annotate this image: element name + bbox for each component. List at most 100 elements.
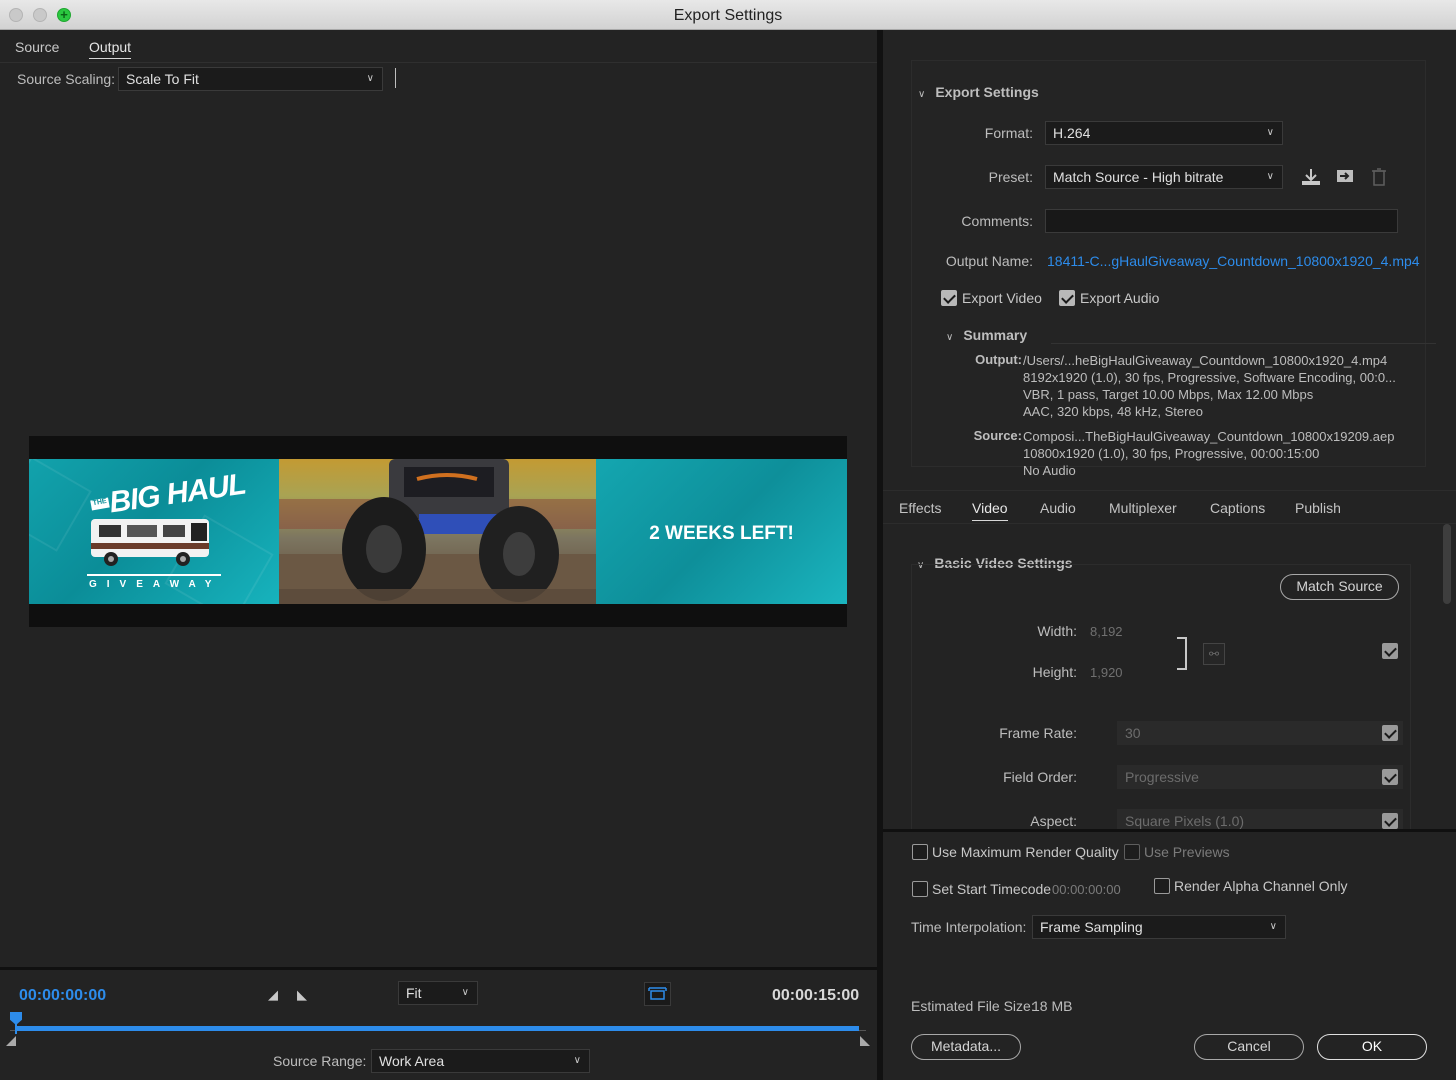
logo-the: THE [90, 497, 110, 511]
tab-video[interactable]: Video [972, 500, 1008, 521]
time-interpolation-dropdown[interactable]: Frame Sampling ∨ [1032, 915, 1286, 939]
save-preset-icon[interactable] [1300, 167, 1322, 187]
right-panel: ∨ Export Settings Format: H.264 ∨ Preset:… [883, 30, 1456, 1080]
summary-source-line: Composi...TheBigHaulGiveaway_Countdown_1… [1023, 429, 1395, 444]
tab-output[interactable]: Output [89, 39, 132, 59]
metadata-button[interactable]: Metadata... [911, 1034, 1021, 1060]
set-start-timecode-label[interactable]: Set Start Timecode [932, 881, 1051, 897]
left-panel: Source Output Source Scaling: Scale To F… [0, 30, 877, 1080]
ok-button[interactable]: OK [1317, 1034, 1427, 1060]
export-settings-header[interactable]: ∨ Export Settings [918, 84, 1039, 100]
frame-rate-override-checkbox[interactable] [1382, 725, 1398, 741]
start-timecode-value[interactable]: 00:00:00:00 [1052, 882, 1121, 897]
set-start-timecode-checkbox[interactable] [912, 881, 928, 897]
big-haul-logo-panel: THE BIG HAUL GIVEAWAY [29, 459, 279, 604]
render-alpha-label[interactable]: Render Alpha Channel Only [1174, 878, 1348, 894]
render-options: Use Maximum Render Quality Use Previews … [883, 829, 1456, 1080]
import-preset-icon[interactable] [1334, 167, 1356, 187]
set-out-point-icon[interactable]: ◣ [297, 987, 307, 1003]
work-area-bar[interactable] [15, 1026, 859, 1031]
dimensions-override-checkbox[interactable] [1382, 643, 1398, 659]
tab-source[interactable]: Source [15, 39, 59, 55]
chevron-down-icon: ∨ [366, 73, 374, 84]
monster-truck-image [279, 459, 596, 604]
current-timecode[interactable]: 00:00:00:00 [19, 987, 106, 1005]
max-render-quality-label[interactable]: Use Maximum Render Quality [932, 844, 1119, 860]
use-previews-checkbox[interactable] [1124, 844, 1140, 860]
tab-audio[interactable]: Audio [1040, 500, 1076, 516]
zoom-dropdown[interactable]: Fit ∨ [398, 981, 478, 1005]
time-interpolation-value: Frame Sampling [1040, 919, 1143, 935]
tab-effects[interactable]: Effects [899, 500, 942, 516]
timeline: 00:00:00:00 ◢ ◣ Fit ∨ 00:00:15:00 Source… [0, 967, 877, 1080]
countdown-panel: 2 WEEKS LEFT! [596, 459, 847, 604]
field-order-dropdown[interactable]: Progressive ∨ [1117, 765, 1403, 789]
aspect-label: Aspect: [1030, 813, 1077, 829]
render-alpha-checkbox[interactable] [1154, 878, 1170, 894]
source-scaling-dropdown[interactable]: Scale To Fit ∨ [118, 67, 383, 91]
estimated-file-size-label: Estimated File Size: [911, 998, 1035, 1014]
link-icon[interactable]: ⚯ [1203, 643, 1225, 665]
summary-output-line: AAC, 320 kbps, 48 kHz, Stereo [1023, 404, 1203, 419]
aspect-toggle-icon[interactable] [644, 982, 671, 1006]
settings-tabs: Effects Video Audio Multiplexer Captions… [883, 490, 1456, 524]
logo-giveaway: GIVEAWAY [89, 579, 222, 590]
summary-title: Summary [963, 327, 1028, 343]
source-scaling-label: Source Scaling: [17, 71, 116, 87]
comments-input[interactable] [1045, 209, 1398, 233]
chevron-down-icon: ∨ [573, 1055, 581, 1066]
source-range-dropdown[interactable]: Work Area ∨ [371, 1049, 590, 1073]
export-audio-label[interactable]: Export Audio [1080, 290, 1159, 306]
window-title: Export Settings [673, 7, 783, 24]
preset-label: Preset: [988, 169, 1033, 185]
frame-rate-dropdown[interactable]: 30 ∨ [1117, 721, 1403, 745]
format-dropdown[interactable]: H.264 ∨ [1045, 121, 1283, 145]
zoom-value: Fit [406, 985, 422, 1001]
tab-captions[interactable]: Captions [1210, 500, 1265, 516]
export-video-checkbox[interactable] [941, 290, 957, 306]
summary-output-line: VBR, 1 pass, Target 10.00 Mbps, Max 12.0… [1023, 387, 1314, 402]
field-order-value: Progressive [1125, 769, 1199, 785]
aspect-override-checkbox[interactable] [1382, 813, 1398, 829]
export-audio-checkbox[interactable] [1059, 290, 1075, 306]
delete-preset-icon[interactable] [1368, 167, 1390, 187]
frame-rate-value: 30 [1125, 725, 1141, 741]
output-name-label: Output Name: [945, 253, 1033, 269]
chevron-down-icon: ∨ [461, 987, 469, 998]
frame-rate-label: Frame Rate: [999, 725, 1077, 741]
preview-frame: THE BIG HAUL GIVEAWAY 2 WEEKS LEFT! [29, 459, 847, 604]
height-value[interactable]: 1,920 [1090, 665, 1123, 680]
summary-source-line: 10800x1920 (1.0), 30 fps, Progressive, 0… [1023, 446, 1320, 461]
export-settings-title: Export Settings [935, 84, 1039, 100]
width-value[interactable]: 8,192 [1090, 624, 1123, 639]
out-point-marker[interactable] [860, 1036, 870, 1046]
summary-output: /Users/...heBigHaulGiveaway_Countdown_10… [1023, 352, 1396, 420]
field-order-override-checkbox[interactable] [1382, 769, 1398, 785]
source-output-tabs: Source Output [0, 30, 877, 63]
cancel-button[interactable]: Cancel [1194, 1034, 1304, 1060]
source-range-value: Work Area [379, 1053, 445, 1069]
chevron-down-icon: ∨ [946, 332, 954, 343]
countdown-text: 2 WEEKS LEFT! [649, 523, 794, 544]
settings-scrollbar[interactable] [1443, 524, 1451, 604]
chevron-down-icon: ∨ [1266, 171, 1274, 182]
aspect-dropdown[interactable]: Square Pixels (1.0) ∨ [1117, 809, 1403, 831]
export-settings-section: ∨ Export Settings Format: H.264 ∨ Preset:… [911, 60, 1436, 478]
match-source-button[interactable]: Match Source [1280, 574, 1399, 600]
use-previews-label[interactable]: Use Previews [1144, 844, 1230, 860]
summary-output-line: /Users/...heBigHaulGiveaway_Countdown_10… [1023, 353, 1388, 368]
tab-publish[interactable]: Publish [1295, 500, 1341, 516]
preset-dropdown[interactable]: Match Source - High bitrate ∨ [1045, 165, 1283, 189]
max-render-quality-checkbox[interactable] [912, 844, 928, 860]
set-in-point-icon[interactable]: ◢ [268, 987, 278, 1003]
summary-source-line: No Audio [1023, 463, 1076, 478]
title-bar: + Export Settings [0, 0, 1456, 30]
height-label: Height: [1032, 664, 1077, 680]
summary-source: Composi...TheBigHaulGiveaway_Countdown_1… [1023, 428, 1394, 479]
export-video-label[interactable]: Export Video [962, 290, 1042, 306]
output-name-link[interactable]: 18411-C...gHaulGiveaway_Countdown_10800x… [1047, 253, 1420, 269]
tab-multiplexer[interactable]: Multiplexer [1109, 500, 1177, 516]
comments-label: Comments: [961, 213, 1033, 229]
in-point-marker[interactable] [6, 1036, 16, 1046]
source-range-label: Source Range: [273, 1053, 367, 1069]
